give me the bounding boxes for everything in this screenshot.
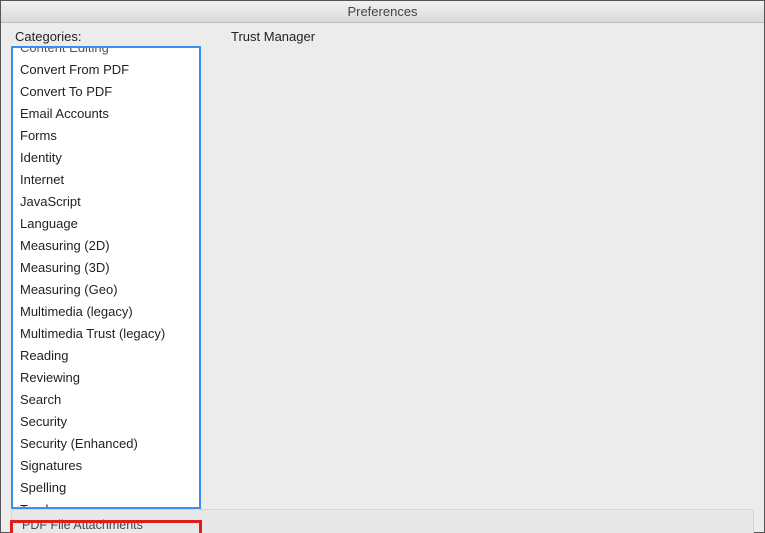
- category-item[interactable]: Content Editing: [12, 46, 200, 59]
- category-item[interactable]: Internet: [12, 169, 200, 191]
- category-item[interactable]: Measuring (3D): [12, 257, 200, 279]
- category-item[interactable]: Multimedia (legacy): [12, 301, 200, 323]
- category-item[interactable]: Language: [12, 213, 200, 235]
- preferences-window: Preferences Categories: Trust Manager Co…: [0, 0, 765, 533]
- category-item[interactable]: Reading: [12, 345, 200, 367]
- category-item[interactable]: JavaScript: [12, 191, 200, 213]
- category-item[interactable]: Multimedia Trust (legacy): [12, 323, 200, 345]
- trust-manager-panel: PDF File Attachments Allow opening of no…: [11, 509, 754, 533]
- category-item[interactable]: Forms: [12, 125, 200, 147]
- category-item[interactable]: Measuring (Geo): [12, 279, 200, 301]
- category-item[interactable]: Convert To PDF: [12, 81, 200, 103]
- group-title: PDF File Attachments: [22, 518, 743, 532]
- category-item[interactable]: Security: [12, 411, 200, 433]
- category-item[interactable]: Search: [12, 389, 200, 411]
- category-item[interactable]: Signatures: [12, 455, 200, 477]
- pdf-attachments-group: PDF File Attachments Allow opening of no…: [11, 509, 754, 533]
- categories-label: Categories:: [11, 29, 201, 44]
- category-item[interactable]: Spelling: [12, 477, 200, 499]
- category-item[interactable]: Security (Enhanced): [12, 433, 200, 455]
- category-item[interactable]: Convert From PDF: [12, 59, 200, 81]
- category-item[interactable]: Email Accounts: [12, 103, 200, 125]
- category-item[interactable]: Measuring (2D): [12, 235, 200, 257]
- categories-sidebar: Content EditingConvert From PDFConvert T…: [11, 46, 201, 509]
- category-item[interactable]: Tracker: [12, 499, 200, 509]
- window-title: Preferences: [1, 1, 764, 23]
- category-item[interactable]: Reviewing: [12, 367, 200, 389]
- panel-title: Trust Manager: [231, 29, 315, 44]
- category-item[interactable]: Identity: [12, 147, 200, 169]
